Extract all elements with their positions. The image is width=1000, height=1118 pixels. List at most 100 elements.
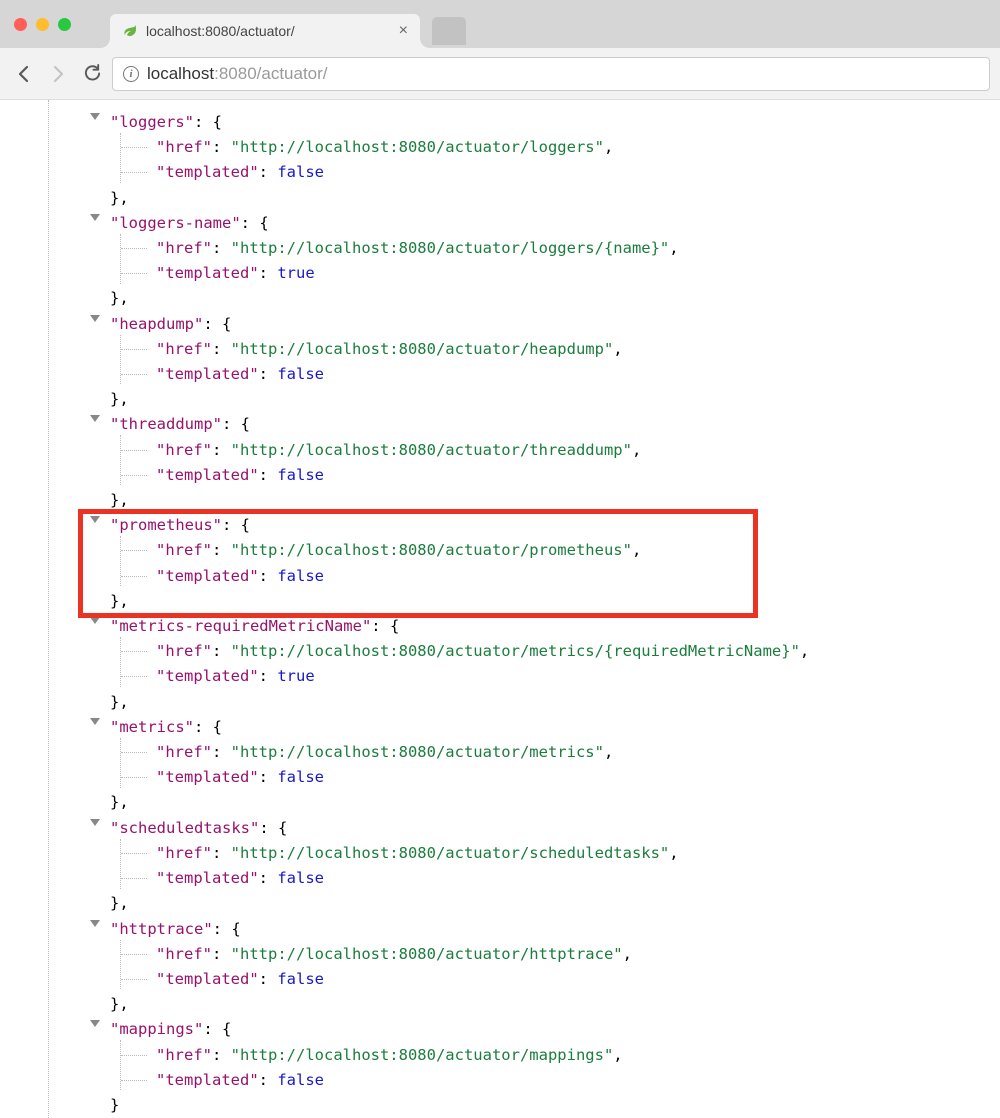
json-templated-value: false <box>277 365 324 383</box>
caret-down-icon[interactable] <box>90 415 100 422</box>
json-prop-templated: "templated": false <box>90 160 1000 185</box>
json-key: "scheduledtasks" <box>110 819 259 837</box>
json-object-close: } <box>90 1093 1000 1118</box>
json-key: "httptrace" <box>110 920 213 938</box>
json-prop-templated: "templated": false <box>90 866 1000 891</box>
json-key: "metrics" <box>110 718 194 736</box>
favicon-spring-icon <box>122 23 138 39</box>
json-templated-value: false <box>277 163 324 181</box>
json-prop-href: "href": "http://localhost:8080/actuator/… <box>90 538 1000 563</box>
json-prop-templated: "templated": false <box>90 967 1000 992</box>
json-prop-templated: "templated": true <box>90 664 1000 689</box>
caret-down-icon[interactable] <box>90 214 100 221</box>
address-host: localhost <box>147 64 214 83</box>
json-href-value: "http://localhost:8080/actuator/mappings… <box>231 1046 614 1064</box>
json-object-open: "loggers-name": { <box>90 211 1000 236</box>
json-entry-metrics-requiredMetricName: "metrics-requiredMetricName": {"href": "… <box>0 614 1000 715</box>
back-button[interactable] <box>10 60 38 88</box>
json-prop-href: "href": "http://localhost:8080/actuator/… <box>90 135 1000 160</box>
json-prop-href: "href": "http://localhost:8080/actuator/… <box>90 639 1000 664</box>
json-templated-value: false <box>277 970 324 988</box>
json-prop-href: "href": "http://localhost:8080/actuator/… <box>90 1043 1000 1068</box>
minimize-window-icon[interactable] <box>36 18 49 31</box>
window-controls <box>14 18 71 31</box>
address-bar[interactable]: i localhost:8080/actuator/ <box>112 57 990 91</box>
json-object-open: "metrics-requiredMetricName": { <box>90 614 1000 639</box>
json-key: "mappings" <box>110 1020 203 1038</box>
forward-button[interactable] <box>44 60 72 88</box>
json-prop-templated: "templated": false <box>90 362 1000 387</box>
tab-bar: localhost:8080/actuator/ × <box>110 0 466 48</box>
caret-down-icon[interactable] <box>90 617 100 624</box>
json-templated-value: false <box>277 768 324 786</box>
json-entry-httptrace: "httptrace": {"href": "http://localhost:… <box>0 917 1000 1018</box>
json-object-close: }, <box>90 589 1000 614</box>
caret-down-icon[interactable] <box>90 718 100 725</box>
caret-down-icon[interactable] <box>90 113 100 120</box>
json-href-value: "http://localhost:8080/actuator/loggers/… <box>231 239 670 257</box>
json-templated-value: false <box>277 567 324 585</box>
address-text: localhost:8080/actuator/ <box>147 64 328 84</box>
json-prop-href: "href": "http://localhost:8080/actuator/… <box>90 438 1000 463</box>
json-key: "metrics-requiredMetricName" <box>110 617 371 635</box>
json-href-value: "http://localhost:8080/actuator/heapdump… <box>231 340 614 358</box>
json-key: "heapdump" <box>110 315 203 333</box>
json-templated-value: false <box>277 1071 324 1089</box>
json-object-close: }, <box>90 286 1000 311</box>
json-object-open: "metrics": { <box>90 715 1000 740</box>
json-object-close: }, <box>90 488 1000 513</box>
json-prop-templated: "templated": false <box>90 765 1000 790</box>
caret-down-icon[interactable] <box>90 819 100 826</box>
json-object-open: "httptrace": { <box>90 917 1000 942</box>
address-path: :8080/actuator/ <box>214 64 327 83</box>
json-object-open: "heapdump": { <box>90 312 1000 337</box>
json-object-close: }, <box>90 387 1000 412</box>
json-entry-metrics: "metrics": {"href": "http://localhost:80… <box>0 715 1000 816</box>
json-prop-href: "href": "http://localhost:8080/actuator/… <box>90 942 1000 967</box>
json-prop-templated: "templated": true <box>90 261 1000 286</box>
caret-down-icon[interactable] <box>90 1020 100 1027</box>
json-prop-templated: "templated": false <box>90 463 1000 488</box>
caret-down-icon[interactable] <box>90 920 100 927</box>
json-entry-scheduledtasks: "scheduledtasks": {"href": "http://local… <box>0 816 1000 917</box>
json-templated-value: true <box>277 667 314 685</box>
json-object-open: "scheduledtasks": { <box>90 816 1000 841</box>
caret-down-icon[interactable] <box>90 315 100 322</box>
json-prop-templated: "templated": false <box>90 1068 1000 1093</box>
json-object-close: }, <box>90 186 1000 211</box>
json-object-close: }, <box>90 790 1000 815</box>
json-templated-value: false <box>277 466 324 484</box>
json-entry-heapdump: "heapdump": {"href": "http://localhost:8… <box>0 312 1000 413</box>
close-tab-icon[interactable]: × <box>399 22 408 40</box>
browser-tab-active[interactable]: localhost:8080/actuator/ × <box>110 14 420 48</box>
maximize-window-icon[interactable] <box>58 18 71 31</box>
json-prop-href: "href": "http://localhost:8080/actuator/… <box>90 841 1000 866</box>
json-key: "prometheus" <box>110 516 222 534</box>
json-href-value: "http://localhost:8080/actuator/metrics/… <box>231 642 800 660</box>
json-viewer: "loggers": {"href": "http://localhost:80… <box>0 100 1000 1118</box>
json-object-close: }, <box>90 891 1000 916</box>
close-window-icon[interactable] <box>14 18 27 31</box>
json-object-close: }, <box>90 992 1000 1017</box>
json-entry-loggers-name: "loggers-name": {"href": "http://localho… <box>0 211 1000 312</box>
json-prop-href: "href": "http://localhost:8080/actuator/… <box>90 740 1000 765</box>
new-tab-button[interactable] <box>432 17 466 45</box>
json-templated-value: true <box>277 264 314 282</box>
json-entry-loggers: "loggers": {"href": "http://localhost:80… <box>0 110 1000 211</box>
site-info-icon[interactable]: i <box>123 66 139 82</box>
json-entry-mappings: "mappings": {"href": "http://localhost:8… <box>0 1017 1000 1118</box>
json-prop-href: "href": "http://localhost:8080/actuator/… <box>90 337 1000 362</box>
tab-title: localhost:8080/actuator/ <box>146 23 295 39</box>
json-href-value: "http://localhost:8080/actuator/threaddu… <box>231 441 632 459</box>
json-object-open: "prometheus": { <box>90 513 1000 538</box>
json-href-value: "http://localhost:8080/actuator/loggers" <box>231 138 604 156</box>
json-prop-href: "href": "http://localhost:8080/actuator/… <box>90 236 1000 261</box>
json-entry-threaddump: "threaddump": {"href": "http://localhost… <box>0 412 1000 513</box>
reload-button[interactable] <box>78 60 106 88</box>
json-href-value: "http://localhost:8080/actuator/httptrac… <box>231 945 623 963</box>
browser-toolbar: i localhost:8080/actuator/ <box>0 48 1000 100</box>
caret-down-icon[interactable] <box>90 516 100 523</box>
json-templated-value: false <box>277 869 324 887</box>
json-href-value: "http://localhost:8080/actuator/metrics" <box>231 743 604 761</box>
json-object-open: "threaddump": { <box>90 412 1000 437</box>
